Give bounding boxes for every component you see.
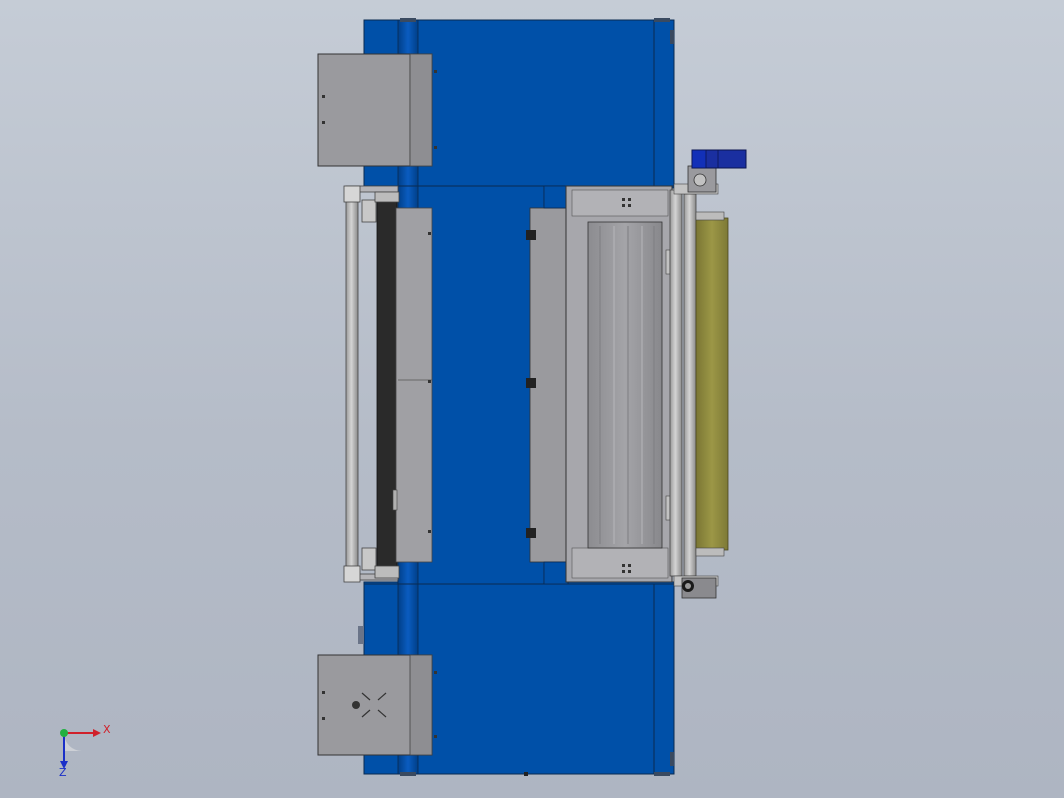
- right-roller-assembly: [669, 165, 729, 599]
- right-housing: [565, 185, 673, 583]
- inspection-window: [587, 221, 663, 549]
- cad-viewport[interactable]: X Z: [0, 0, 1064, 798]
- drive-belt: [376, 195, 398, 573]
- guide-roller-left: [345, 195, 359, 575]
- drive-motor[interactable]: [691, 149, 747, 169]
- side-panel-left: [395, 207, 433, 563]
- coordinate-triad: [60, 729, 101, 769]
- left-roller-assembly: [343, 185, 433, 583]
- z-axis-label: Z: [59, 766, 67, 779]
- x-axis-label: X: [103, 723, 111, 736]
- machine-top-view-drawing: [60, 18, 747, 776]
- control-box-bottom[interactable]: [317, 654, 437, 756]
- y-axis-origin-icon: [60, 729, 68, 737]
- felt-roll: [695, 217, 729, 551]
- knob-icon[interactable]: [352, 701, 360, 709]
- control-box-top[interactable]: [317, 53, 437, 167]
